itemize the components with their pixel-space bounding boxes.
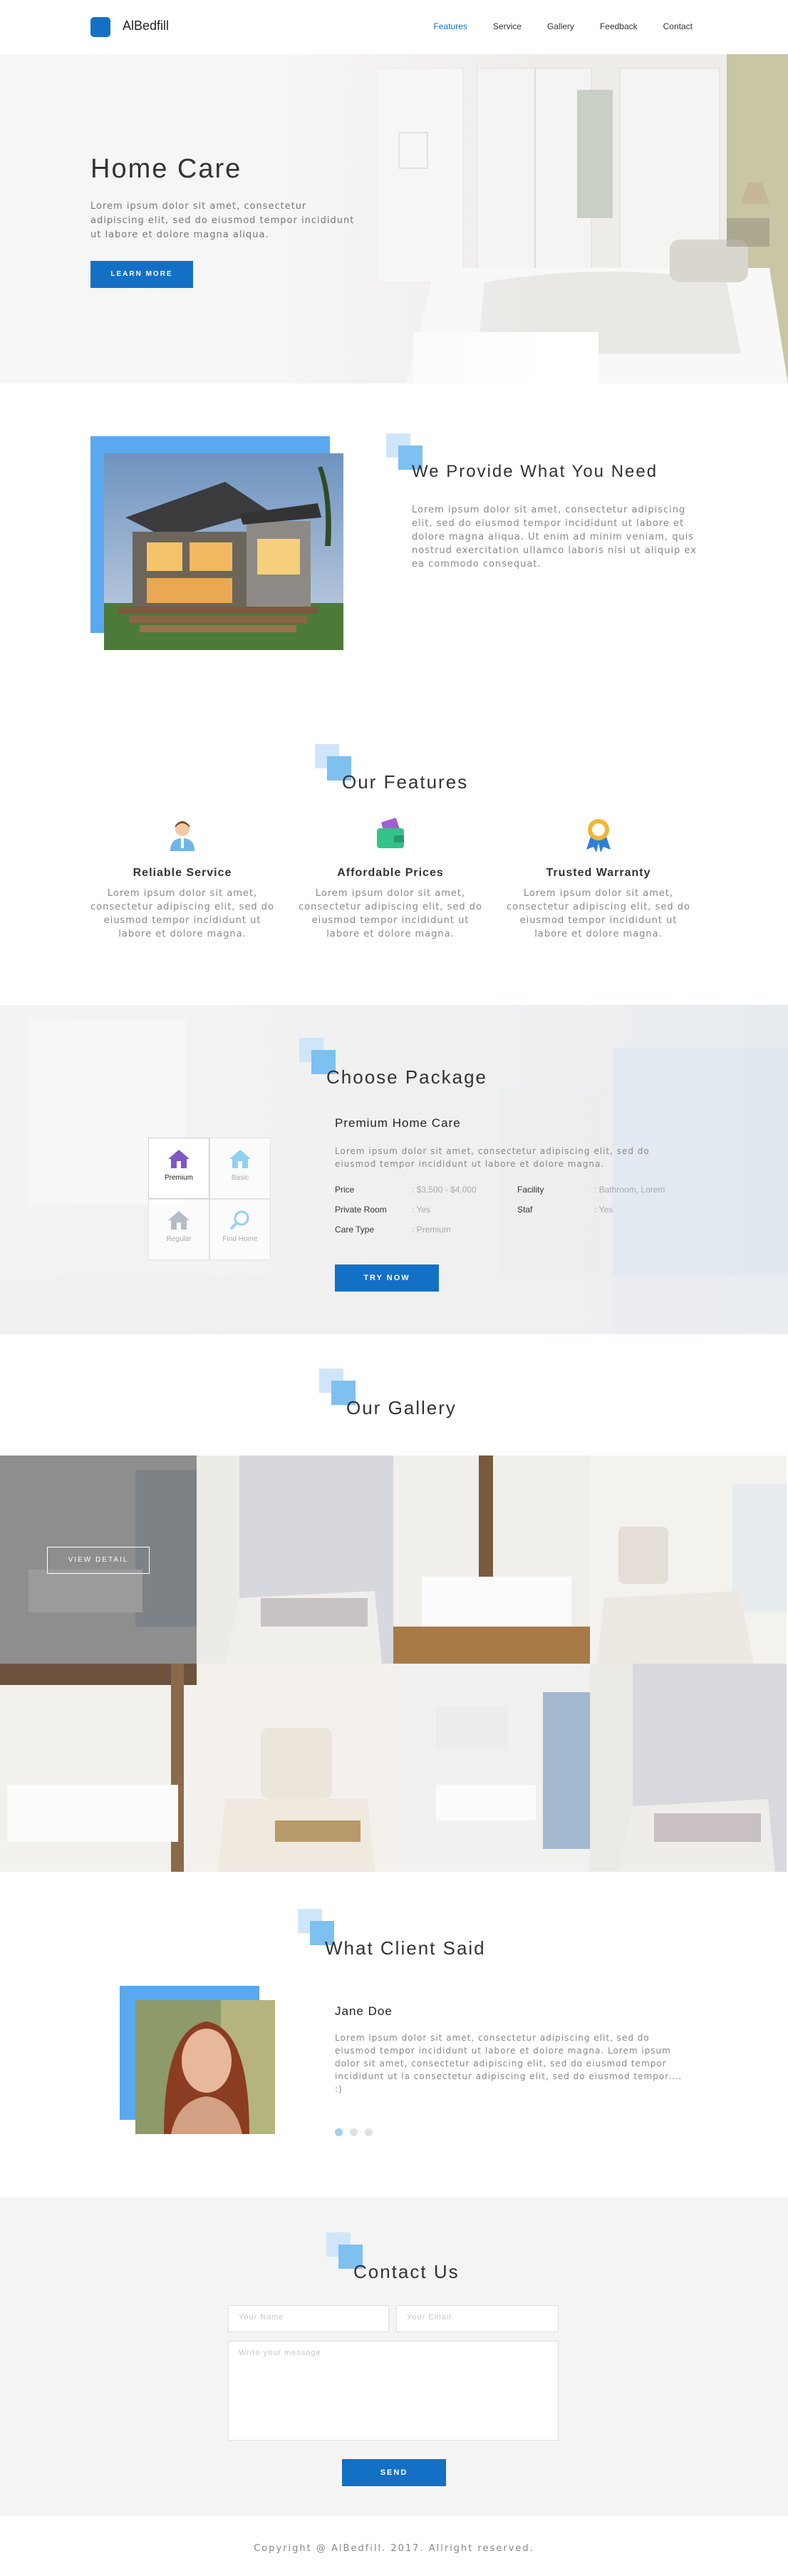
brand-logo-icon[interactable]: [90, 17, 110, 37]
tile-label: Find Home: [222, 1235, 258, 1243]
client-title: What Client Said: [325, 1937, 486, 1959]
package-tile-premium[interactable]: Premium: [148, 1138, 209, 1199]
email-field[interactable]: Your Email: [396, 2305, 559, 2332]
gallery-image: [590, 1664, 787, 1872]
gallery-item-2[interactable]: [197, 1456, 393, 1664]
package-text: Lorem ipsum dolor sit amet, consectetur …: [335, 1146, 650, 1169]
private-room-value: : Yes: [412, 1205, 431, 1215]
feature-title: Affordable Prices: [337, 867, 444, 879]
hero-section: Home Care Lorem ipsum dolor sit amet, co…: [0, 54, 788, 383]
package-tile-basic[interactable]: Basic: [209, 1138, 271, 1199]
tile-label: Regular: [166, 1235, 192, 1243]
gallery-item-4[interactable]: [590, 1456, 787, 1664]
hero-title: Home Care: [90, 154, 242, 184]
send-button[interactable]: SEND: [342, 2459, 446, 2486]
wallet-icon: [377, 818, 404, 848]
gallery-image: [197, 1664, 393, 1872]
client-name: Jane Doe: [335, 2004, 393, 2018]
pagination-dot[interactable]: [365, 2128, 373, 2136]
client-testimonial: Lorem ipsum dolor sit amet, consectetur …: [335, 2033, 683, 2094]
nav-link-gallery[interactable]: Gallery: [547, 21, 574, 31]
staff-value: : Yes: [594, 1205, 613, 1215]
staff-label: Staf: [517, 1205, 533, 1215]
gallery-image: [393, 1456, 590, 1664]
facility-value: : Bathroom, Lorem: [594, 1185, 665, 1195]
gallery-item-7[interactable]: [393, 1664, 590, 1872]
gallery-image: [590, 1456, 787, 1664]
gallery-image: [197, 1456, 393, 1664]
hero-text: Lorem ipsum dolor sit amet, consectetur …: [90, 201, 355, 240]
try-now-button[interactable]: TRY NOW: [335, 1264, 439, 1292]
feature-text: Lorem ipsum dolor sit amet, consectetur …: [299, 888, 482, 939]
gallery-image: [393, 1664, 590, 1872]
tile-label: Premium: [164, 1174, 193, 1182]
package-tile-find-home[interactable]: Find Home: [209, 1199, 271, 1260]
facility-label: Facility: [517, 1185, 544, 1195]
nav-link-service[interactable]: Service: [493, 21, 522, 31]
home-icon: [168, 1150, 190, 1168]
features-title: Our Features: [342, 771, 469, 793]
copyright-text: Copyright @ AlBedfill. 2017. Allright re…: [254, 2543, 534, 2554]
gallery-item-5[interactable]: [0, 1664, 197, 1872]
feature-text: Lorem ipsum dolor sit amet, consectetur …: [507, 888, 690, 939]
pagination-dot[interactable]: [350, 2128, 358, 2136]
home-icon: [229, 1150, 251, 1168]
price-label: Price: [335, 1185, 355, 1195]
feature-reliable-service: Reliable Service Lorem ipsum dolor sit a…: [90, 817, 275, 941]
provide-text: Lorem ipsum dolor sit amet, consectetur …: [412, 505, 697, 570]
pagination-dot-active[interactable]: [335, 2128, 343, 2136]
package-title: Choose Package: [326, 1066, 488, 1088]
feature-title: Trusted Warranty: [546, 867, 651, 879]
care-type-value: : Premium: [412, 1225, 451, 1235]
name-field[interactable]: Your Name: [228, 2305, 389, 2332]
price-value: : $3,500 - $4,000: [412, 1185, 477, 1195]
package-name: Premium Home Care: [335, 1116, 461, 1130]
gallery-image: [0, 1664, 197, 1872]
search-icon: [229, 1210, 249, 1230]
navbar: AlBedfill Features Service Gallery Feedb…: [0, 0, 788, 54]
message-field[interactable]: Write your message: [228, 2341, 559, 2441]
learn-more-button[interactable]: LEARN MORE: [90, 261, 193, 288]
gallery-title: Our Gallery: [346, 1397, 457, 1418]
package-tile-regular[interactable]: Regular: [148, 1199, 209, 1260]
gallery-item-8[interactable]: [590, 1664, 787, 1872]
view-detail-button[interactable]: VIEW DETAIL: [47, 1547, 150, 1574]
provide-title: We Provide What You Need: [412, 462, 658, 481]
private-room-label: Private Room: [335, 1205, 387, 1215]
care-type-label: Care Type: [335, 1225, 375, 1235]
gallery-item-3[interactable]: [393, 1456, 590, 1664]
feature-text: Lorem ipsum dolor sit amet, consectetur …: [90, 888, 274, 939]
home-icon: [168, 1211, 190, 1230]
contact-title: Contact Us: [353, 2261, 460, 2282]
client-photo: [135, 2000, 275, 2134]
testimonial-pagination: [335, 2128, 373, 2136]
nav-link-features[interactable]: Features: [434, 21, 467, 31]
nav-link-feedback[interactable]: Feedback: [600, 21, 638, 31]
house-image: [104, 453, 343, 650]
gallery-item-1[interactable]: VIEW DETAIL: [0, 1456, 197, 1664]
tile-label: Basic: [231, 1174, 249, 1182]
feature-trusted-warranty: Trusted Warranty Lorem ipsum dolor sit a…: [506, 817, 691, 941]
award-icon: [586, 819, 611, 852]
feature-title: Reliable Service: [133, 867, 232, 879]
nav-links: Features Service Gallery Feedback Contac…: [434, 21, 693, 31]
brand-name[interactable]: AlBedfill: [123, 19, 169, 34]
feature-affordable-prices: Affordable Prices Lorem ipsum dolor sit …: [298, 817, 483, 941]
gallery-item-6[interactable]: [197, 1664, 393, 1872]
person-icon: [170, 821, 195, 851]
nav-link-contact[interactable]: Contact: [663, 21, 693, 31]
